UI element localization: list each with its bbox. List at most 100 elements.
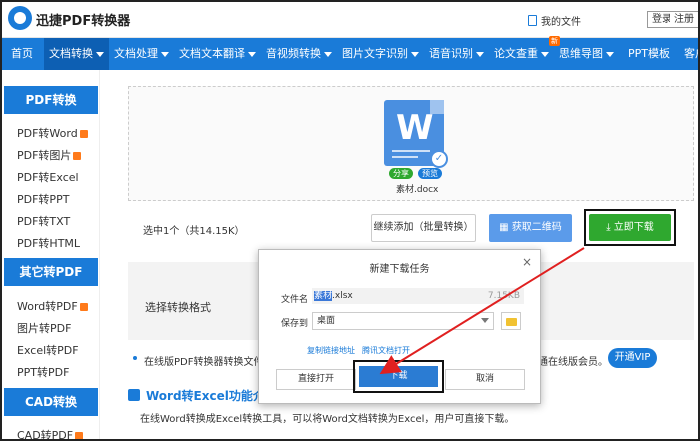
- nav-item-ppt[interactable]: PPT模板: [619, 38, 679, 70]
- nav-item-translate[interactable]: 文档文本翻译: [174, 38, 261, 70]
- sidebar-group-pdf-convert[interactable]: PDF转换: [4, 86, 98, 114]
- sidebar-item-pdf-to-html[interactable]: PDF转HTML: [17, 235, 80, 251]
- nav-label: 客户端: [684, 47, 700, 60]
- sidebar-item-label: CAD转PDF: [17, 429, 74, 442]
- dialog-download-button[interactable]: 下载: [359, 366, 438, 387]
- word-letter-icon: W: [396, 108, 434, 148]
- chevron-down-icon: [324, 51, 332, 57]
- saveto-select[interactable]: 桌面: [312, 312, 494, 330]
- nav-item-speech[interactable]: 语音识别: [424, 38, 489, 70]
- sidebar-item-label: PDF转Word: [17, 127, 78, 140]
- nav-label: 文档文本翻译: [179, 47, 245, 60]
- nav-label: 语音识别: [429, 47, 473, 60]
- sidebar-item-pdf-to-image[interactable]: PDF转图片: [17, 147, 82, 163]
- selection-info: 选中1个（共14.15K）: [143, 226, 245, 237]
- divider: [392, 150, 430, 152]
- chevron-down-icon: [606, 51, 614, 57]
- nav-label: 文档处理: [114, 47, 158, 60]
- sidebar-group-to-pdf[interactable]: 其它转PDF: [4, 258, 98, 286]
- nav-label: 音视频转换: [266, 47, 321, 60]
- share-tag[interactable]: 分享: [389, 168, 413, 179]
- filename-selected-text: 素材: [314, 291, 333, 301]
- format-label: 选择转换格式: [145, 301, 211, 314]
- nav-label: 论文查重: [494, 47, 538, 60]
- sidebar-item-ppt-to-pdf[interactable]: PPT转PDF: [17, 364, 69, 380]
- nav-item-home[interactable]: 首页: [0, 38, 44, 70]
- nav-label: 图片文字识别: [342, 47, 408, 60]
- chevron-down-icon: [481, 318, 489, 323]
- nav-item-mindmap[interactable]: 思维导图: [554, 38, 619, 70]
- sidebar-item-image-to-pdf[interactable]: 图片转PDF: [17, 320, 71, 336]
- filename-label: 文件名: [281, 295, 309, 305]
- nav-item-doc-process[interactable]: 文档处理: [109, 38, 174, 70]
- divider: [392, 156, 418, 158]
- download-now-button[interactable]: ⤓ 立即下载: [589, 214, 671, 241]
- top-bar: 迅捷PDF转换器 我的文件 登录 注册: [0, 0, 700, 38]
- register-button[interactable]: 注册: [670, 11, 699, 28]
- sidebar-item-word-to-pdf[interactable]: Word转PDF: [17, 298, 88, 314]
- sidebar-item-pdf-to-word[interactable]: PDF转Word: [17, 125, 88, 141]
- feature-book-icon: [128, 389, 140, 401]
- saveto-label: 保存到: [281, 319, 309, 329]
- filename-ext: .xlsx: [332, 291, 353, 301]
- open-vip-button[interactable]: 开通VIP: [608, 348, 657, 368]
- download-label: 立即下载: [613, 222, 654, 233]
- saveto-value: 桌面: [317, 316, 336, 326]
- chevron-down-icon: [476, 51, 484, 57]
- hot-icon: [75, 432, 84, 440]
- feature-description: 在线Word转换成Excel转换工具，可以将Word文档转换为Excel，用户可…: [140, 414, 515, 425]
- nav-label: 文档转换: [49, 47, 93, 60]
- sidebar-item-pdf-to-txt[interactable]: PDF转TXT: [17, 213, 70, 229]
- nav-label: PPT模板: [628, 47, 670, 60]
- sidebar-item-pdf-to-excel[interactable]: PDF转Excel: [17, 169, 79, 185]
- qrcode-icon: ▦: [499, 222, 512, 233]
- sidebar-item-label: PDF转图片: [17, 149, 72, 162]
- nav-item-doc-convert[interactable]: 文档转换: [44, 38, 109, 70]
- filename-field[interactable]: 素材.xlsx 7.15KB: [312, 288, 524, 304]
- notice-text: 在线版PDF转换器转换文件: [144, 357, 264, 368]
- download-icon: ⤓: [606, 222, 614, 233]
- nav-item-ocr[interactable]: 图片文字识别: [337, 38, 424, 70]
- nav-label: 首页: [11, 47, 33, 60]
- file-size: 7.15KB: [487, 291, 520, 301]
- my-files-label: 我的文件: [541, 17, 581, 28]
- brand-name[interactable]: 迅捷PDF转换器: [36, 10, 130, 29]
- cancel-button[interactable]: 取消: [445, 369, 525, 390]
- hot-icon: [79, 303, 88, 311]
- nav-item-plagiarism[interactable]: 论文查重新: [489, 36, 560, 70]
- preview-tag[interactable]: 预览: [418, 168, 442, 179]
- file-icon: [528, 15, 537, 26]
- browse-folder-button[interactable]: [501, 312, 521, 330]
- dialog-download-highlight-box: 下载: [353, 360, 444, 393]
- copy-link-link[interactable]: 复制链接地址: [307, 345, 355, 356]
- close-icon[interactable]: ×: [522, 255, 532, 269]
- nav-item-av-convert[interactable]: 音视频转换: [261, 38, 337, 70]
- open-directly-button[interactable]: 直接打开: [276, 369, 356, 390]
- hot-icon: [73, 152, 82, 160]
- sidebar-item-pdf-to-ppt[interactable]: PDF转PPT: [17, 191, 69, 207]
- continue-add-button[interactable]: 继续添加（批量转换）: [371, 214, 476, 242]
- check-icon: ✓: [430, 150, 448, 168]
- chevron-down-icon: [541, 51, 549, 57]
- tencent-docs-link[interactable]: 腾讯文档打开: [362, 345, 410, 356]
- sidebar-item-excel-to-pdf[interactable]: Excel转PDF: [17, 342, 79, 358]
- folder-icon: [506, 318, 517, 326]
- file-name: 素材.docx: [396, 185, 439, 195]
- dialog-title: 新建下载任务: [369, 264, 430, 275]
- my-files-link[interactable]: 我的文件: [528, 13, 581, 28]
- nav-label: 思维导图: [559, 47, 603, 60]
- hot-icon: [79, 130, 88, 138]
- sidebar-group-cad[interactable]: CAD转换: [4, 388, 98, 416]
- download-highlight-box: ⤓ 立即下载: [584, 209, 676, 246]
- chevron-down-icon: [411, 51, 419, 57]
- word-file-icon[interactable]: W ✓: [384, 100, 448, 168]
- get-qrcode-button[interactable]: ▦ 获取二维码: [489, 214, 572, 242]
- sidebar-item-label: Word转PDF: [17, 300, 78, 313]
- notice-text-end: 通在线版会员。: [538, 357, 608, 368]
- chevron-down-icon: [96, 51, 104, 57]
- main-nav: 首页 文档转换 文档处理 文档文本翻译 音视频转换 图片文字识别 语音识别 论文…: [0, 36, 700, 70]
- qr-label: 获取二维码: [511, 222, 562, 233]
- chevron-down-icon: [248, 51, 256, 57]
- nav-item-client[interactable]: 客户端: [679, 38, 700, 70]
- brand-logo-icon[interactable]: [8, 6, 32, 30]
